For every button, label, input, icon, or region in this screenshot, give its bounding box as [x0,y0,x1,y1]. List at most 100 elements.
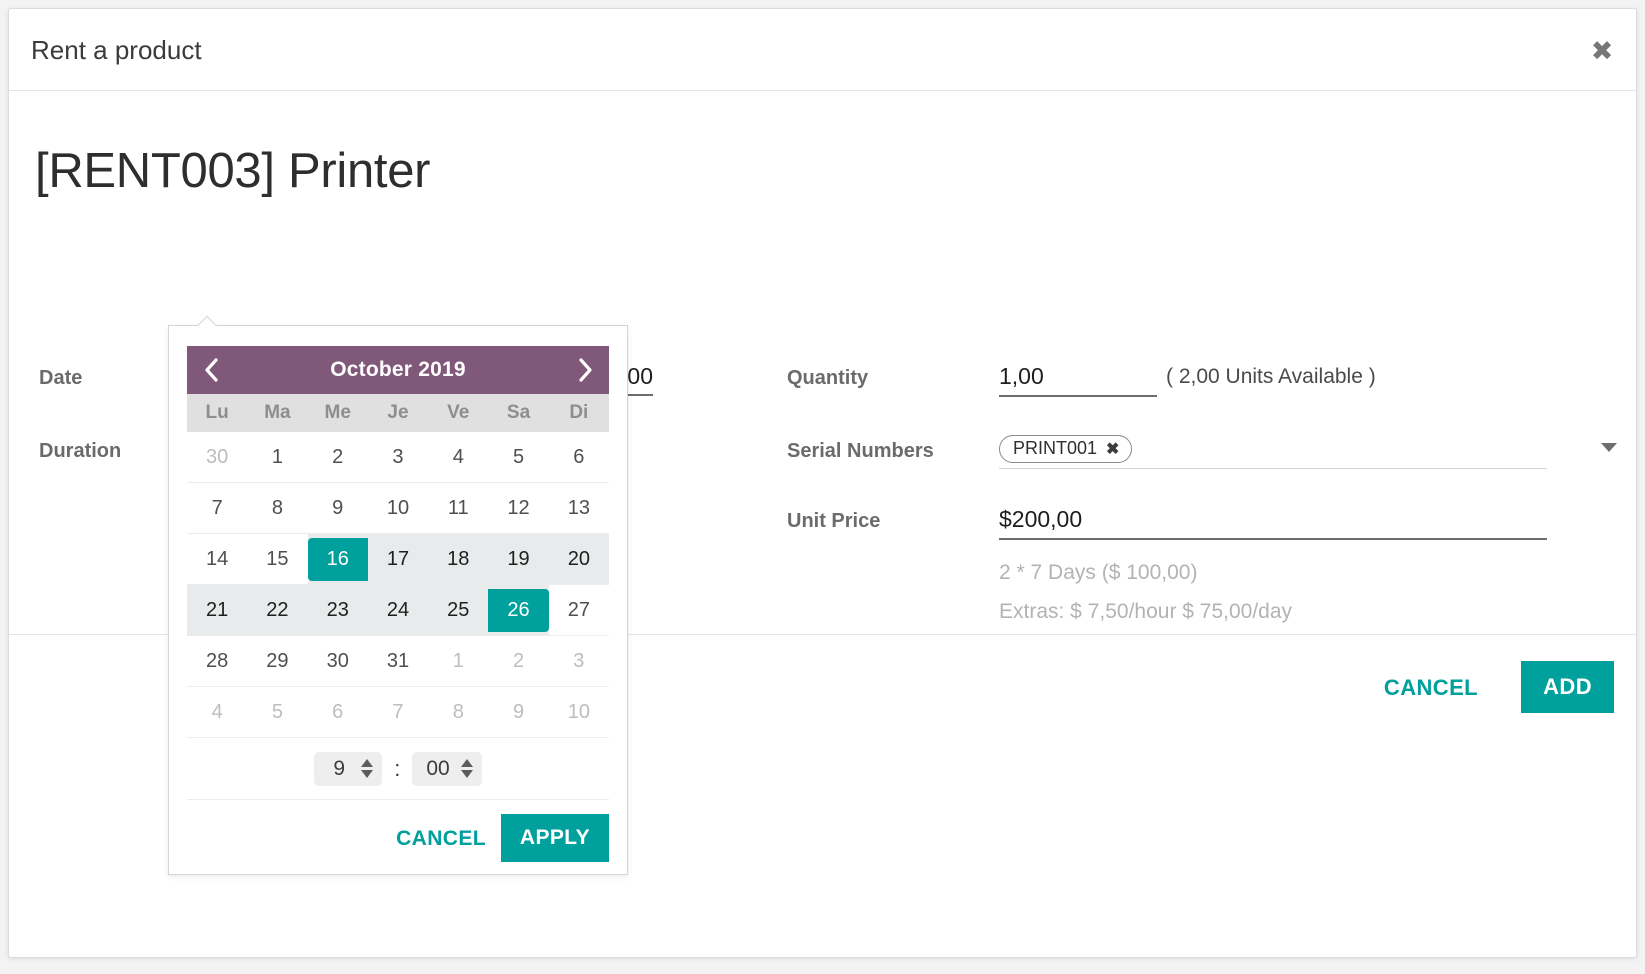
minute-value: 00 [426,757,449,781]
hour-decrement-icon[interactable] [361,770,373,778]
minute-decrement-icon[interactable] [461,770,473,778]
calendar-day-label: 10 [368,487,428,530]
calendar-day-label: 24 [368,589,428,632]
calendar-day-25[interactable]: 25 [428,585,488,635]
calendar-day-2[interactable]: 2 [488,636,548,686]
calendar-day-label: 4 [428,436,488,479]
weekday-label: Lu [187,394,247,432]
calendar-day-label: 2 [308,436,368,479]
calendar-day-4[interactable]: 4 [187,687,247,737]
calendar-day-12[interactable]: 12 [488,483,548,533]
calendar-day-label: 10 [549,691,609,734]
calendar-day-label: 11 [428,487,488,530]
calendar-day-17[interactable]: 17 [368,534,428,584]
calendar-day-15[interactable]: 15 [247,534,307,584]
calendar-day-30[interactable]: 30 [187,432,247,482]
hour-value: 9 [328,757,350,781]
datepicker-cancel-button[interactable]: CANCEL [386,820,496,858]
calendar-day-23[interactable]: 23 [308,585,368,635]
quantity-input[interactable]: 1,00 [999,363,1157,397]
chevron-down-icon[interactable] [1601,443,1617,452]
calendar-week-row: 30123456 [187,432,609,483]
calendar-day-10[interactable]: 10 [368,483,428,533]
datepicker-header: October 2019 [187,346,609,394]
hour-stepper[interactable]: 9 [314,752,382,786]
calendar-day-7[interactable]: 7 [187,483,247,533]
calendar-day-label: 13 [549,487,609,530]
calendar-day-14[interactable]: 14 [187,534,247,584]
calendar-day-10[interactable]: 10 [549,687,609,737]
calendar-day-6[interactable]: 6 [549,432,609,482]
calendar-day-21[interactable]: 21 [187,585,247,635]
unit-price-input[interactable]: $200,00 [999,506,1547,540]
calendar-day-31[interactable]: 31 [368,636,428,686]
calendar-day-7[interactable]: 7 [368,687,428,737]
calendar-day-label: 2 [488,640,548,683]
units-available-note: ( 2,00 Units Available ) [1166,365,1376,389]
calendar-day-label: 25 [428,589,488,632]
calendar-day-9[interactable]: 9 [308,483,368,533]
datepicker-apply-button[interactable]: APPLY [501,814,609,862]
calendar-day-9[interactable]: 9 [488,687,548,737]
weekday-label: Di [549,394,609,432]
serial-numbers-input[interactable]: PRINT001 ✖ [999,435,1547,469]
calendar-day-16[interactable]: 16 [308,534,368,584]
unit-price-hint-extras: Extras: $ 7,50/hour $ 75,00/day [999,600,1292,624]
calendar-day-5[interactable]: 5 [247,687,307,737]
calendar-day-5[interactable]: 5 [488,432,548,482]
chevron-right-icon[interactable] [561,346,609,394]
calendar-day-1[interactable]: 1 [428,636,488,686]
calendar-week-row: 14151617181920 [187,534,609,585]
calendar-day-label: 19 [488,538,548,581]
calendar-day-26[interactable]: 26 [488,585,548,635]
calendar-day-label: 5 [247,691,307,734]
calendar-day-6[interactable]: 6 [308,687,368,737]
serial-number-tag-label: PRINT001 [1013,438,1097,459]
unit-price-hint-days: 2 * 7 Days ($ 100,00) [999,561,1197,585]
calendar-day-label: 21 [187,589,247,632]
calendar-day-22[interactable]: 22 [247,585,307,635]
calendar-day-28[interactable]: 28 [187,636,247,686]
calendar-day-label: 8 [428,691,488,734]
minute-stepper[interactable]: 00 [412,752,481,786]
datepicker-day-grid: 3012345678910111213141516171819202122232… [187,432,609,738]
remove-tag-icon[interactable]: ✖ [1106,439,1119,459]
hour-increment-icon[interactable] [361,759,373,767]
calendar-day-4[interactable]: 4 [428,432,488,482]
minute-increment-icon[interactable] [461,759,473,767]
calendar-day-29[interactable]: 29 [247,636,307,686]
calendar-day-label: 29 [247,640,307,683]
calendar-day-27[interactable]: 27 [549,585,609,635]
calendar-day-label: 9 [488,691,548,734]
calendar-day-8[interactable]: 8 [428,687,488,737]
calendar-day-11[interactable]: 11 [428,483,488,533]
calendar-week-row: 78910111213 [187,483,609,534]
calendar-day-19[interactable]: 19 [488,534,548,584]
calendar-day-3[interactable]: 3 [549,636,609,686]
calendar-day-label: 9 [308,487,368,530]
close-icon[interactable]: ✖ [1582,31,1622,71]
calendar-day-label: 27 [549,589,609,632]
calendar-day-30[interactable]: 30 [308,636,368,686]
datepicker-footer: CANCEL APPLY [169,800,627,874]
calendar-day-18[interactable]: 18 [428,534,488,584]
calendar-day-label: 7 [368,691,428,734]
cancel-button[interactable]: CANCEL [1372,667,1490,709]
datepicker-weekday-row: Lu Ma Me Je Ve Sa Di [187,394,609,432]
calendar-day-13[interactable]: 13 [549,483,609,533]
calendar-day-label: 28 [187,640,247,683]
calendar-day-3[interactable]: 3 [368,432,428,482]
calendar-day-label: 7 [187,487,247,530]
calendar-day-1[interactable]: 1 [247,432,307,482]
chevron-left-icon[interactable] [187,346,235,394]
calendar-day-label: 31 [368,640,428,683]
calendar-day-label: 30 [308,640,368,683]
calendar-week-row: 45678910 [187,687,609,738]
calendar-day-20[interactable]: 20 [549,534,609,584]
calendar-day-8[interactable]: 8 [247,483,307,533]
calendar-day-24[interactable]: 24 [368,585,428,635]
calendar-day-label: 12 [488,487,548,530]
serial-number-tag[interactable]: PRINT001 ✖ [999,435,1132,463]
calendar-day-2[interactable]: 2 [308,432,368,482]
add-button[interactable]: ADD [1521,661,1614,713]
